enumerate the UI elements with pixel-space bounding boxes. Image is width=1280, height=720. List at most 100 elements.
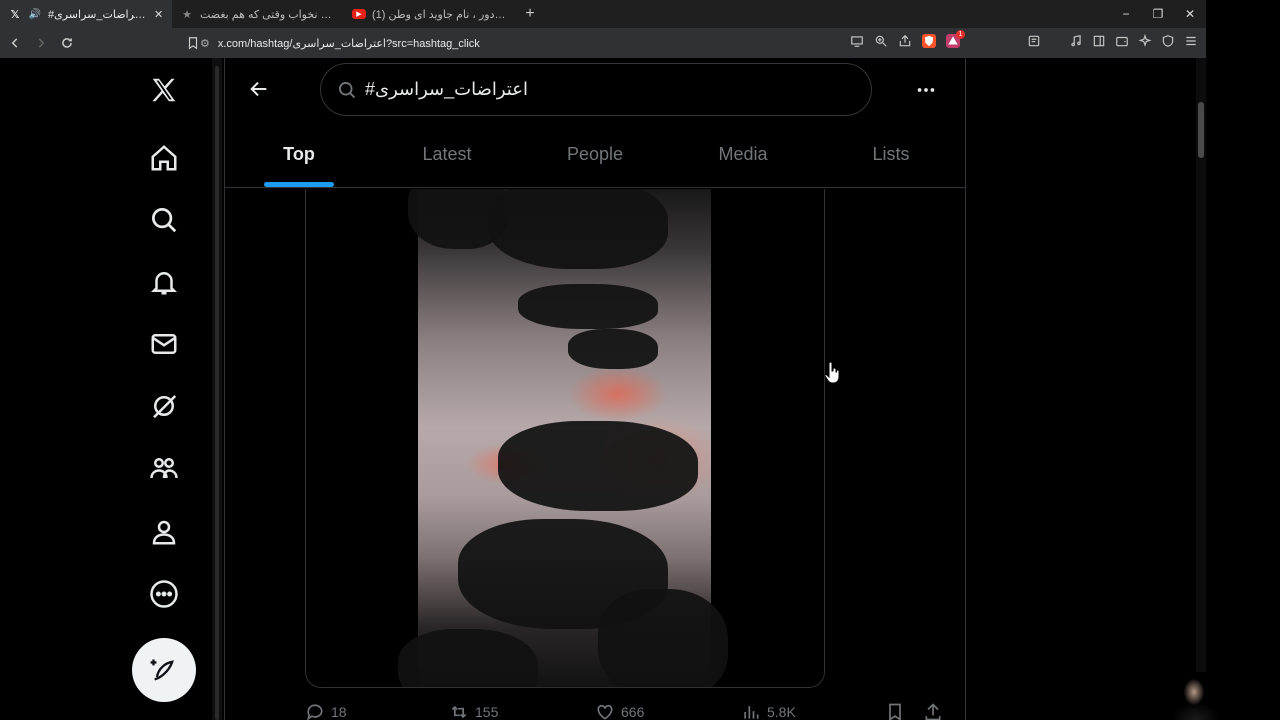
back-nav-button[interactable]: [4, 32, 26, 54]
communities-icon: [150, 458, 178, 479]
page-scrollbar[interactable]: [1196, 58, 1206, 720]
nav-notifications[interactable]: [146, 264, 182, 300]
nav-home[interactable]: [146, 140, 182, 176]
nav-more[interactable]: [146, 576, 182, 612]
post-video[interactable]: [398, 189, 728, 687]
reload-icon: [62, 38, 72, 48]
search-icon: [152, 208, 177, 233]
page-scroll-divider: [212, 58, 222, 720]
tab-lists[interactable]: Lists: [817, 122, 965, 187]
nav-grok[interactable]: [146, 388, 182, 424]
nav-explore[interactable]: [146, 202, 182, 238]
reply-button[interactable]: 18: [305, 702, 347, 720]
home-icon: [151, 145, 177, 171]
wallet-icon[interactable]: [1115, 34, 1129, 48]
browser-toolbar: ⚙ x.com/hashtag/اعتراضات_سراسری?src=hash…: [0, 28, 1206, 58]
nav-profile[interactable]: [146, 514, 182, 550]
share-icon: [925, 703, 941, 720]
webcam-overlay: [1160, 672, 1232, 720]
browser-tab[interactable]: ★ دانلود آهنگ نخواب وقتی که هم بغضت: [172, 0, 344, 28]
arrow-left-icon: [250, 81, 267, 97]
bookmark-icon: [188, 37, 198, 50]
close-window-button[interactable]: ✕: [1174, 0, 1206, 28]
minimize-button[interactable]: −: [1110, 0, 1142, 28]
mail-icon: [151, 334, 177, 354]
like-button[interactable]: 666: [595, 702, 644, 720]
reader-mode-icon[interactable]: [1027, 34, 1041, 48]
bookmark-post-button[interactable]: [885, 702, 905, 720]
tab-media[interactable]: Media: [669, 122, 817, 187]
browser-tab-active[interactable]: 𝕏 🔊 #اعتراضات_سراسری - Search / X ✕: [0, 0, 172, 28]
x-logo[interactable]: [146, 72, 182, 108]
share-post-button[interactable]: [923, 702, 943, 720]
x-logo-icon: [152, 78, 176, 102]
search-icon: [339, 81, 356, 98]
maximize-button[interactable]: ❐: [1142, 0, 1174, 28]
search-tabs: Top Latest People Media Lists: [225, 122, 965, 188]
search-settings-button[interactable]: [911, 76, 941, 104]
nav-messages[interactable]: [146, 326, 182, 362]
browser-tab-bar: 𝕏 🔊 #اعتراضات_سراسری - Search / X ✕ ★ دا…: [0, 0, 1206, 28]
speaker-icon[interactable]: 🔊: [28, 7, 42, 21]
nav-communities[interactable]: [146, 450, 182, 486]
x-logo-icon: 𝕏: [10, 8, 20, 21]
tab-people[interactable]: People: [521, 122, 669, 187]
view-count: 5.8K: [767, 704, 796, 720]
search-header: #اعتراضات_سراسری: [225, 58, 965, 122]
brave-shields-icon[interactable]: [922, 34, 936, 48]
bookmark-icon: [889, 703, 901, 720]
repost-button[interactable]: 155: [449, 702, 498, 720]
vpn-icon[interactable]: [1161, 34, 1175, 48]
screen-margin: [1206, 0, 1280, 720]
reply-icon: [307, 704, 323, 720]
youtube-icon: ▶: [352, 9, 366, 19]
search-query: #اعتراضات_سراسری: [365, 79, 528, 99]
more-icon: [150, 580, 178, 608]
rewards-badge: 1: [956, 30, 965, 39]
menu-icon[interactable]: [1184, 34, 1198, 48]
search-input[interactable]: #اعتراضات_سراسری: [320, 63, 872, 116]
post-media-frame[interactable]: [305, 189, 825, 688]
scrollbar-thumb[interactable]: [1198, 102, 1204, 158]
chevron-left-icon: [11, 38, 18, 48]
leo-ai-icon[interactable]: [1138, 34, 1152, 48]
media-icon[interactable]: [1069, 34, 1083, 48]
repost-count: 155: [475, 704, 499, 720]
star-icon: ★: [182, 8, 192, 21]
zoom-icon[interactable]: [874, 34, 888, 48]
tab-title: #اعتراضات_سراسری - Search / X: [48, 8, 148, 21]
bell-icon: [150, 272, 178, 295]
browser-tab[interactable]: ▶ (1) دریا دادور ، نام جاوید ای وطن 🖤💚🤍: [344, 0, 516, 28]
reply-count: 18: [331, 704, 347, 720]
sidebar-icon[interactable]: [1092, 34, 1106, 48]
post-actions: 18 155 666 5.8K: [305, 702, 965, 720]
profile-icon: [152, 520, 176, 545]
new-tab-button[interactable]: +: [516, 5, 544, 23]
analytics-icon: [744, 706, 759, 719]
x-page: #اعتراضات_سراسری Top Latest People Media…: [0, 58, 1206, 720]
compose-post-button[interactable]: [132, 638, 196, 702]
cast-icon[interactable]: [850, 34, 864, 48]
share-icon[interactable]: [898, 34, 912, 48]
grok-icon: [153, 395, 177, 419]
tab-title: دانلود آهنگ نخواب وقتی که هم بغضت: [200, 8, 336, 21]
reload-button[interactable]: [56, 32, 78, 54]
hand-cursor-icon: [824, 362, 840, 384]
repost-icon: [451, 705, 467, 719]
tab-title: (1) دریا دادور ، نام جاوید ای وطن 🖤💚🤍: [372, 8, 508, 21]
tab-close-icon[interactable]: ✕: [154, 8, 164, 21]
chevron-right-icon: [38, 38, 45, 48]
forward-nav-button[interactable]: [30, 32, 52, 54]
like-count: 666: [621, 704, 645, 720]
tab-top[interactable]: Top: [225, 122, 373, 187]
toolbar-separator: [1050, 34, 1060, 48]
tab-latest[interactable]: Latest: [373, 122, 521, 187]
sidebar-nav: [130, 58, 198, 720]
site-info-icon[interactable]: ⚙: [200, 37, 210, 50]
main-column: #اعتراضات_سراسری Top Latest People Media…: [224, 58, 966, 720]
url-text: x.com/hashtag/اعتراضات_سراسری?src=hashta…: [217, 37, 480, 50]
back-button[interactable]: [243, 72, 275, 106]
feather-plus-icon: [150, 659, 174, 681]
brave-rewards-icon[interactable]: 1: [946, 30, 965, 48]
views-button[interactable]: 5.8K: [741, 702, 796, 720]
